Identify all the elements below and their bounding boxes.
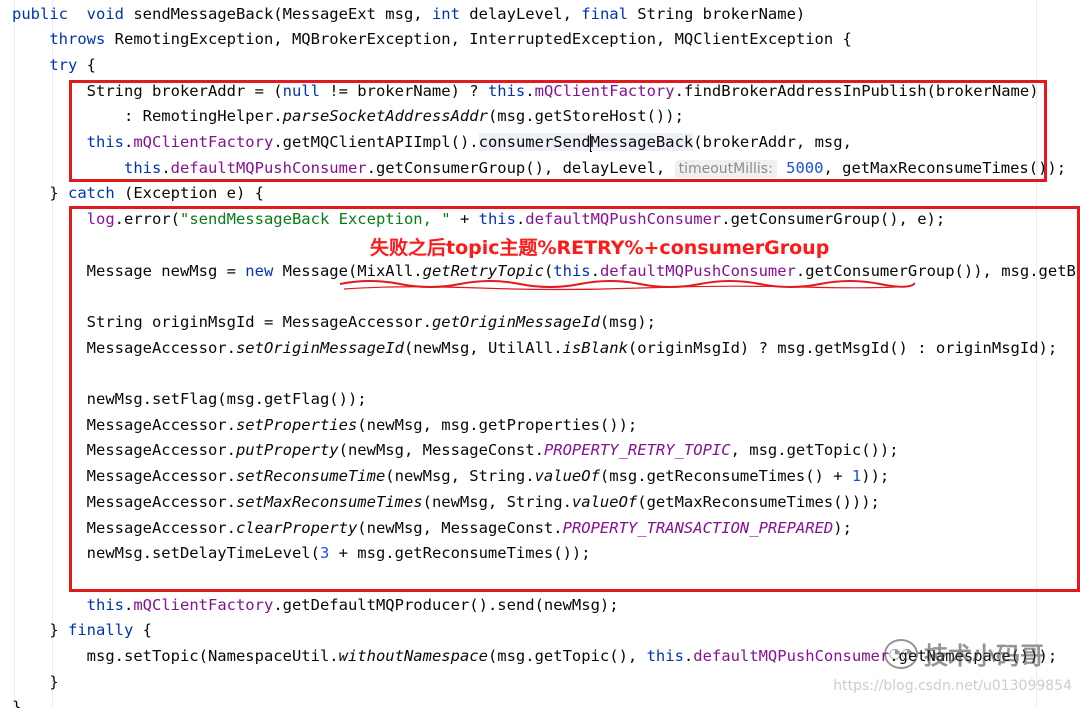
squiggle-underline (340, 280, 915, 291)
watermark-url: https://blog.csdn.net/u013099854 (833, 678, 1072, 694)
code-token: this (646, 647, 684, 665)
code-token: withoutNamespace (338, 647, 488, 665)
code-token: } (12, 184, 68, 203)
code-line[interactable]: } (12, 695, 21, 708)
code-line[interactable]: try { (12, 53, 96, 79)
code-token: mQClientFactory (133, 595, 274, 614)
code-token: . (683, 647, 694, 665)
code-token: } (12, 621, 68, 640)
code-line[interactable]: this.mQClientFactory.getDefaultMQProduce… (12, 593, 619, 619)
code-token: String brokerName) (627, 4, 806, 23)
code-token: public (12, 4, 68, 23)
code-token: RemotingException, MQBrokerException, In… (105, 30, 852, 49)
code-token: { (77, 55, 96, 74)
code-line[interactable]: } finally { (12, 618, 152, 644)
code-token: msg.setTopic(NamespaceUtil. (12, 647, 339, 665)
code-token: .getDefaultMQProducer().send(newMsg); (273, 595, 619, 614)
code-line[interactable]: } (12, 670, 59, 696)
wechat-icon: ◔◔ (884, 638, 918, 669)
code-line[interactable]: } catch (Exception e) { (12, 181, 264, 207)
code-token: } (12, 672, 59, 691)
highlight-box-send-back (69, 80, 1047, 182)
code-token: try (49, 55, 78, 74)
watermark-brand: 技术小码哥 (924, 642, 1044, 670)
annotation-label: 失败之后topic主题%RETRY%+consumerGroup (370, 237, 830, 259)
code-token: int (431, 4, 460, 23)
code-token: . (123, 595, 134, 614)
watermark: ◔◔ 技术小码哥 (884, 636, 1044, 671)
code-token: this (86, 595, 124, 614)
code-token: sendMessageBack(MessageExt msg, (124, 4, 432, 23)
code-token: defaultMQPushConsumer (693, 647, 890, 665)
code-editor[interactable]: public void sendMessageBack(MessageExt m… (0, 0, 1080, 708)
code-token: final (581, 4, 628, 23)
code-token: (msg.getTopic(), (487, 647, 647, 665)
code-token: void (86, 4, 124, 23)
highlight-box-retry-message (69, 206, 1080, 592)
code-token: catch (68, 184, 115, 203)
code-token: (Exception e) { (114, 184, 264, 203)
code-token: delayLevel, (459, 4, 582, 23)
code-line[interactable]: throws RemotingException, MQBrokerExcept… (12, 27, 852, 53)
code-line[interactable]: public void sendMessageBack(MessageExt m… (12, 2, 805, 28)
code-token: finally (68, 621, 134, 640)
code-token: throws (49, 30, 106, 49)
code-token: { (133, 621, 152, 640)
code-token: } (12, 698, 22, 708)
